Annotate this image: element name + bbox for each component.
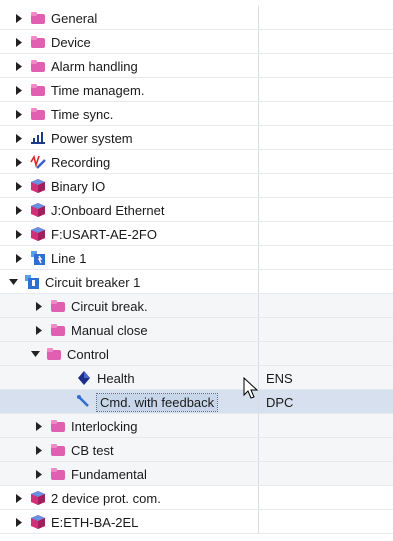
- tree-row-alarm-handling[interactable]: Alarm handling: [0, 54, 393, 78]
- tree-row-label: 2 device prot. com.: [51, 490, 161, 506]
- folder-pink-icon: [50, 466, 66, 482]
- tree-row-power-system[interactable]: Power system: [0, 126, 393, 150]
- tree-row-recording[interactable]: Recording: [0, 150, 393, 174]
- tree-row-label: F:USART-AE-2FO: [51, 226, 157, 242]
- tree-row-label: Control: [67, 346, 109, 362]
- tree-row-onboard-ethernet[interactable]: J:Onboard Ethernet: [0, 198, 393, 222]
- folder-pink-icon: [30, 10, 46, 26]
- circuit-breaker-function-icon: [24, 274, 40, 290]
- tree-row-eth-ba-2el[interactable]: E:ETH-BA-2EL: [0, 510, 393, 534]
- expand-arrow-icon[interactable]: [14, 253, 24, 263]
- tree-row-label: Manual close: [71, 322, 148, 338]
- folder-pink-icon: [50, 298, 66, 314]
- collapse-arrow-icon[interactable]: [30, 349, 40, 359]
- tree-row-general[interactable]: General: [0, 6, 393, 30]
- expand-arrow-icon[interactable]: [14, 37, 24, 47]
- tree-row-label: Circuit breaker 1: [45, 274, 141, 290]
- parameter-tree: General Device Alarm handling Time manag…: [0, 0, 393, 541]
- tree-row-control[interactable]: Control: [0, 342, 393, 366]
- tree-row-line-1[interactable]: Line 1: [0, 246, 393, 270]
- power-system-icon: [30, 130, 46, 146]
- tree-row-device-prot-com[interactable]: 2 device prot. com.: [0, 486, 393, 510]
- tree-row-interlocking[interactable]: Interlocking: [0, 414, 393, 438]
- tree-row-cmd-with-feedback[interactable]: Cmd. with feedback DPC: [0, 390, 393, 414]
- tree-row-label: J:Onboard Ethernet: [51, 202, 165, 218]
- cube-icon: [30, 514, 46, 530]
- tree-row-circuit-break[interactable]: Circuit break.: [0, 294, 393, 318]
- tree-row-label: Line 1: [51, 250, 87, 266]
- tree-row-binary-io[interactable]: Binary IO: [0, 174, 393, 198]
- folder-pink-icon: [30, 58, 46, 74]
- tree-row-label: Recording: [51, 154, 111, 170]
- expand-arrow-icon[interactable]: [14, 229, 24, 239]
- folder-pink-icon: [30, 82, 46, 98]
- folder-pink-icon: [50, 418, 66, 434]
- tree-row-fundamental[interactable]: Fundamental: [0, 462, 393, 486]
- tree-row-label: Time sync.: [51, 106, 114, 122]
- tree-row-label: Circuit break.: [71, 298, 148, 314]
- expand-arrow-icon[interactable]: [34, 469, 44, 479]
- tree-row-label: Power system: [51, 130, 133, 146]
- tree-row-label: Device: [51, 34, 91, 50]
- cube-icon: [30, 178, 46, 194]
- expand-arrow-icon[interactable]: [14, 133, 24, 143]
- recording-icon: [30, 154, 46, 170]
- expand-arrow-icon[interactable]: [14, 13, 24, 23]
- tree-row-device[interactable]: Device: [0, 30, 393, 54]
- tree-row-label: General: [51, 10, 98, 26]
- tree-row-time-management[interactable]: Time managem.: [0, 78, 393, 102]
- tree-row-value: ENS: [266, 370, 293, 386]
- diamond-icon: [76, 370, 92, 386]
- expand-arrow-icon[interactable]: [34, 421, 44, 431]
- folder-pink-icon: [50, 322, 66, 338]
- expand-arrow-icon[interactable]: [14, 181, 24, 191]
- cube-icon: [30, 490, 46, 506]
- expand-arrow-icon[interactable]: [14, 109, 24, 119]
- tree-row-label: Health: [97, 370, 135, 386]
- tree-row-label: Binary IO: [51, 178, 106, 194]
- tree-row-time-sync[interactable]: Time sync.: [0, 102, 393, 126]
- tree-row-label: Cmd. with feedback: [95, 392, 219, 412]
- collapse-arrow-icon[interactable]: [8, 277, 18, 287]
- tree-row-label: E:ETH-BA-2EL: [51, 514, 139, 530]
- folder-pink-icon: [30, 34, 46, 50]
- tree-row-label: Alarm handling: [51, 58, 138, 74]
- control-command-icon: [76, 394, 92, 410]
- tree-row-usart[interactable]: F:USART-AE-2FO: [0, 222, 393, 246]
- tree-row-value: DPC: [266, 394, 294, 410]
- tree-row-label: Fundamental: [71, 466, 147, 482]
- folder-pink-icon: [30, 106, 46, 122]
- expand-arrow-icon[interactable]: [34, 445, 44, 455]
- tree-row-circuit-breaker-1[interactable]: Circuit breaker 1: [0, 270, 393, 294]
- expand-arrow-icon[interactable]: [14, 61, 24, 71]
- tree-row-cb-test[interactable]: CB test: [0, 438, 393, 462]
- expand-arrow-icon[interactable]: [14, 157, 24, 167]
- expand-arrow-icon[interactable]: [14, 205, 24, 215]
- expand-arrow-icon[interactable]: [34, 301, 44, 311]
- tree-row-label: Interlocking: [71, 418, 138, 434]
- cube-icon: [30, 202, 46, 218]
- mouse-cursor-icon: [243, 377, 259, 399]
- tree-row-manual-close[interactable]: Manual close: [0, 318, 393, 342]
- tree-row-label: Time managem.: [51, 82, 145, 98]
- expand-arrow-icon[interactable]: [14, 493, 24, 503]
- line-function-icon: [30, 250, 46, 266]
- tree-row-health[interactable]: Health ENS: [0, 366, 393, 390]
- expand-arrow-icon[interactable]: [14, 85, 24, 95]
- expand-arrow-icon[interactable]: [14, 517, 24, 527]
- folder-pink-icon: [50, 442, 66, 458]
- expand-arrow-icon[interactable]: [34, 325, 44, 335]
- cube-icon: [30, 226, 46, 242]
- folder-pink-icon: [46, 346, 62, 362]
- tree-row-label: CB test: [71, 442, 114, 458]
